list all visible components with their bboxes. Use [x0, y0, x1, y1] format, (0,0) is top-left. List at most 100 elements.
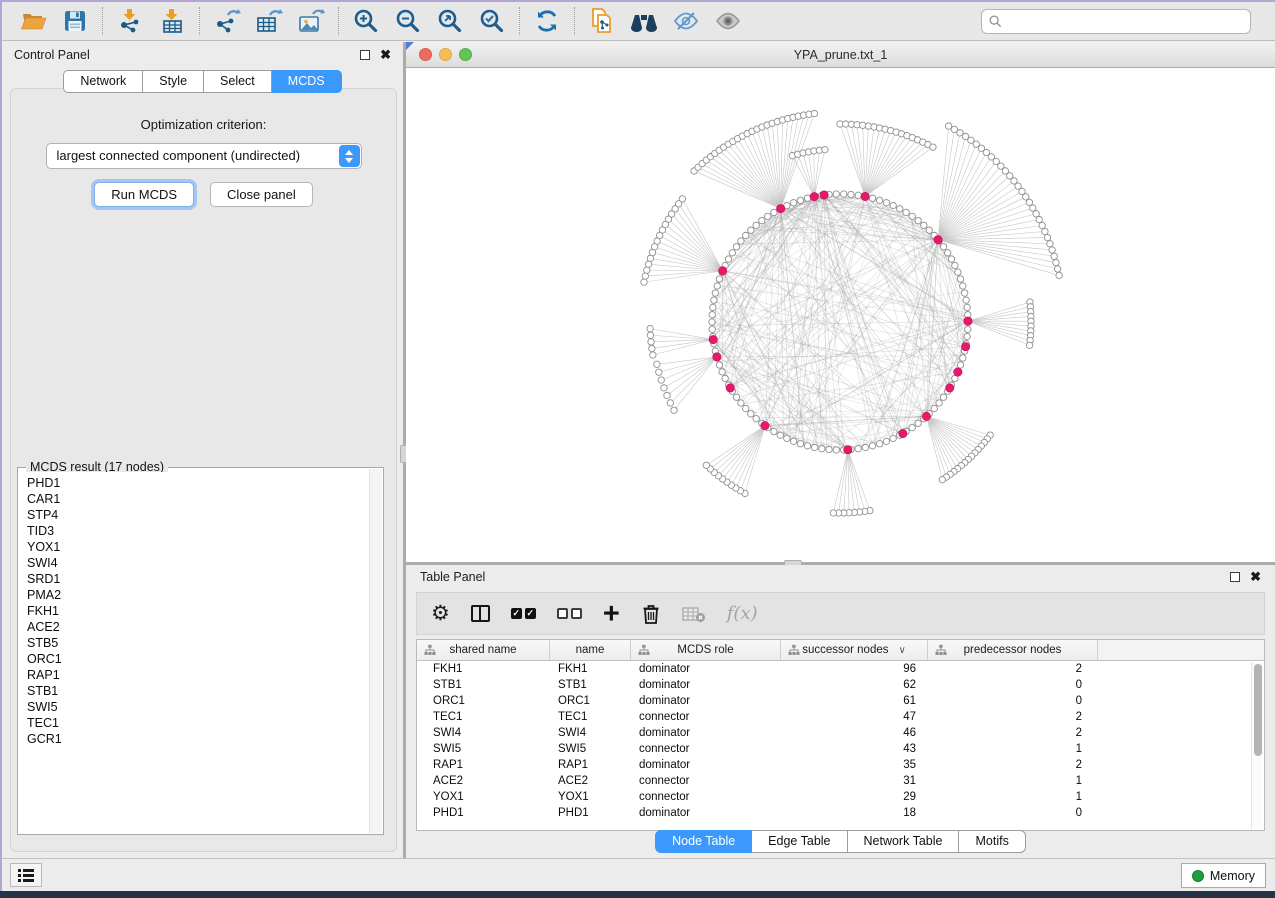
table-cell[interactable]: connector	[631, 709, 781, 725]
add-column-button[interactable]: +	[603, 599, 620, 629]
table-cell[interactable]: 2	[928, 709, 1098, 725]
export-network-button[interactable]	[206, 5, 248, 37]
table-cell[interactable]	[1098, 789, 1264, 805]
table-scrollbar-thumb[interactable]	[1254, 664, 1262, 756]
close-panel-icon[interactable]: ✖	[1250, 572, 1261, 582]
tab-node-table[interactable]: Node Table	[655, 830, 752, 853]
table-cell[interactable]: 47	[781, 709, 928, 725]
table-cell[interactable]: RAP1	[417, 757, 550, 773]
table-cell[interactable]: PHD1	[417, 805, 550, 821]
table-cell[interactable]: connector	[631, 741, 781, 757]
open-file-button[interactable]	[12, 5, 54, 37]
table-scrollbar[interactable]	[1251, 662, 1263, 829]
memory-button[interactable]: Memory	[1181, 863, 1266, 888]
table-cell[interactable]: 61	[781, 693, 928, 709]
table-cell[interactable]: 2	[928, 661, 1098, 677]
table-cell[interactable]	[1098, 661, 1264, 677]
table-cell[interactable]: 46	[781, 725, 928, 741]
table-row[interactable]: STB1STB1dominator620	[417, 677, 1264, 693]
table-cell[interactable]: TEC1	[417, 709, 550, 725]
table-settings-button[interactable]: ⚙	[431, 599, 450, 629]
table-cell[interactable]: ORC1	[550, 693, 631, 709]
table-cell[interactable]: 29	[781, 789, 928, 805]
first-neighbors-button[interactable]	[623, 5, 665, 37]
table-cell[interactable]: 1	[928, 789, 1098, 805]
table-cell[interactable]: 2	[928, 757, 1098, 773]
select-all-columns-button[interactable]: ✓✓	[511, 599, 536, 629]
table-cell[interactable]	[1098, 757, 1264, 773]
table-row[interactable]: SWI5SWI5connector431	[417, 741, 1264, 757]
tab-style[interactable]: Style	[143, 70, 204, 93]
column-header-successor-nodes[interactable]: successor nodes ∨	[781, 640, 928, 660]
table-cell[interactable]: 0	[928, 805, 1098, 821]
float-panel-icon[interactable]	[1230, 572, 1240, 582]
search-input[interactable]	[1007, 14, 1243, 28]
table-row[interactable]: PHD1PHD1dominator180	[417, 805, 1264, 821]
list-item[interactable]: FKH1	[19, 603, 369, 619]
table-cell[interactable]: SWI5	[417, 741, 550, 757]
list-item[interactable]: PHD1	[19, 475, 369, 491]
column-header-name[interactable]: name	[550, 640, 631, 660]
table-cell[interactable]: STB1	[417, 677, 550, 693]
table-cell[interactable]	[1098, 773, 1264, 789]
network-window-titlebar[interactable]: YPA_prune.txt_1	[406, 42, 1275, 68]
tab-motifs[interactable]: Motifs	[959, 830, 1025, 853]
table-cell[interactable]: STB1	[550, 677, 631, 693]
column-header-predecessor-nodes[interactable]: predecessor nodes	[928, 640, 1098, 660]
table-cell[interactable]: 0	[928, 693, 1098, 709]
close-panel-button[interactable]: Close panel	[210, 182, 313, 207]
table-cell[interactable]: dominator	[631, 677, 781, 693]
table-cell[interactable]: ORC1	[417, 693, 550, 709]
table-cell[interactable]: FKH1	[417, 661, 550, 677]
import-network-button[interactable]	[109, 5, 151, 37]
list-item[interactable]: SWI4	[19, 555, 369, 571]
table-cell[interactable]: 0	[928, 677, 1098, 693]
table-cell[interactable]: SWI4	[417, 725, 550, 741]
table-cell[interactable]: YOX1	[417, 789, 550, 805]
table-cell[interactable]: dominator	[631, 757, 781, 773]
table-cell[interactable]: 35	[781, 757, 928, 773]
float-panel-icon[interactable]	[360, 50, 370, 60]
table-row[interactable]: ACE2ACE2connector311	[417, 773, 1264, 789]
import-table-button[interactable]	[151, 5, 193, 37]
list-item[interactable]: STB1	[19, 683, 369, 699]
table-cell[interactable]: SWI5	[550, 741, 631, 757]
table-cell[interactable]	[1098, 805, 1264, 821]
table-cell[interactable]	[1098, 693, 1264, 709]
table-row[interactable]: RAP1RAP1dominator352	[417, 757, 1264, 773]
network-canvas[interactable]	[406, 68, 1275, 562]
list-item[interactable]: TEC1	[19, 715, 369, 731]
zoom-fit-button[interactable]	[429, 5, 471, 37]
list-item[interactable]: SWI5	[19, 699, 369, 715]
tab-mcds[interactable]: MCDS	[272, 70, 342, 93]
show-panels-menu-button[interactable]	[10, 863, 42, 887]
tab-select[interactable]: Select	[204, 70, 272, 93]
table-cell[interactable]: connector	[631, 789, 781, 805]
zoom-out-button[interactable]	[387, 5, 429, 37]
table-cell[interactable]	[1098, 677, 1264, 693]
column-header-mcds-role[interactable]: MCDS role	[631, 640, 781, 660]
table-cell[interactable]: dominator	[631, 805, 781, 821]
criterion-select[interactable]: largest connected component (undirected)	[46, 143, 362, 169]
table-cell[interactable]: 2	[928, 725, 1098, 741]
table-cell[interactable]: ACE2	[417, 773, 550, 789]
close-panel-icon[interactable]: ✖	[380, 50, 391, 60]
table-cell[interactable]	[1098, 725, 1264, 741]
search-box[interactable]	[981, 9, 1251, 34]
table-cell[interactable]: SWI4	[550, 725, 631, 741]
table-cell[interactable]: 43	[781, 741, 928, 757]
list-item[interactable]: STB5	[19, 635, 369, 651]
show-columns-button[interactable]	[471, 599, 490, 629]
mcds-list-scrollbar[interactable]	[369, 469, 382, 833]
table-cell[interactable]: RAP1	[550, 757, 631, 773]
mcds-result-list[interactable]: PHD1CAR1STP4TID3YOX1SWI4SRD1PMA2FKH1ACE2…	[19, 472, 369, 833]
table-row[interactable]: ORC1ORC1dominator610	[417, 693, 1264, 709]
table-cell[interactable]: connector	[631, 773, 781, 789]
column-header-shared-name[interactable]: shared name	[417, 640, 550, 660]
list-item[interactable]: ACE2	[19, 619, 369, 635]
table-row[interactable]: TEC1TEC1connector472	[417, 709, 1264, 725]
table-cell[interactable]: 1	[928, 741, 1098, 757]
clone-network-button[interactable]	[581, 5, 623, 37]
list-item[interactable]: YOX1	[19, 539, 369, 555]
table-cell[interactable]	[1098, 741, 1264, 757]
